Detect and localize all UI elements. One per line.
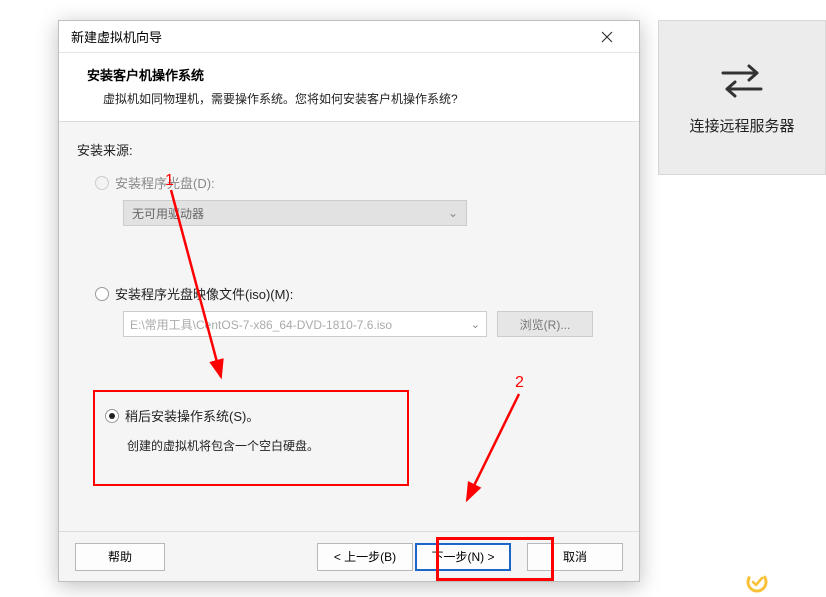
dialog-footer: 帮助 < 上一步(B) 下一步(N) > 取消: [59, 531, 639, 581]
annotation-number-2: 2: [515, 374, 524, 392]
next-button-label: 下一步(N) >: [431, 548, 494, 565]
transfer-icon: [717, 59, 767, 101]
close-button[interactable]: [587, 23, 627, 51]
chevron-down-icon: ⌄: [448, 206, 458, 220]
remote-server-label: 连接远程服务器: [689, 115, 794, 136]
chevron-down-icon: ⌄: [471, 318, 480, 331]
annotation-arrow-2: [449, 382, 569, 512]
back-button-label: < 上一步(B): [334, 548, 396, 565]
dialog-heading: 安装客户机操作系统: [87, 65, 619, 84]
radio-iso-row[interactable]: 安装程序光盘映像文件(iso)(M):: [95, 284, 619, 303]
iso-path-combo: E:\常用工具\CentOS-7-x86_64-DVD-1810-7.6.iso…: [123, 311, 487, 337]
iso-path-value: E:\常用工具\CentOS-7-x86_64-DVD-1810-7.6.iso: [130, 316, 392, 333]
radio-later-row[interactable]: 稍后安装操作系统(S)。: [105, 406, 319, 425]
disc-combo-value: 无可用驱动器: [132, 205, 204, 222]
dialog-description: 虚拟机如同物理机，需要操作系统。您将如何安装客户机操作系统?: [103, 90, 619, 107]
radio-later-sub: 创建的虚拟机将包含一个空白硬盘。: [127, 437, 319, 454]
remote-server-button[interactable]: 连接远程服务器: [658, 20, 826, 175]
next-button[interactable]: 下一步(N) >: [415, 543, 511, 571]
annotation-number-1: 1: [165, 172, 174, 190]
cancel-button-label: 取消: [563, 548, 587, 565]
radio-later[interactable]: [105, 409, 119, 423]
dialog-title: 新建虚拟机向导: [71, 27, 162, 46]
close-icon: [601, 31, 613, 43]
help-button-label: 帮助: [108, 548, 132, 565]
radio-iso-label: 安装程序光盘映像文件(iso)(M):: [115, 284, 293, 303]
radio-later-label: 稍后安装操作系统(S)。: [125, 406, 259, 425]
back-button[interactable]: < 上一步(B): [317, 543, 413, 571]
watermark: 创新互联: [746, 571, 820, 593]
browse-button-label: 浏览(R)...: [520, 316, 571, 333]
titlebar: 新建虚拟机向导: [59, 21, 639, 53]
watermark-label: 创新互联: [772, 574, 820, 591]
help-button[interactable]: 帮助: [75, 543, 165, 571]
radio-iso[interactable]: [95, 287, 109, 301]
watermark-icon: [746, 571, 768, 593]
dialog-header: 安装客户机操作系统 虚拟机如同物理机，需要操作系统。您将如何安装客户机操作系统?: [59, 53, 639, 122]
dialog-content: 安装来源: 安装程序光盘(D): 无可用驱动器 ⌄ 安装程序光盘映像文件(iso…: [59, 122, 639, 531]
new-vm-wizard-dialog: 新建虚拟机向导 安装客户机操作系统 虚拟机如同物理机，需要操作系统。您将如何安装…: [58, 20, 640, 582]
install-source-label: 安装来源:: [77, 140, 619, 159]
disc-drive-combo: 无可用驱动器 ⌄: [123, 200, 467, 226]
radio-disc: [95, 176, 109, 190]
cancel-button[interactable]: 取消: [527, 543, 623, 571]
browse-button: 浏览(R)...: [497, 311, 593, 337]
